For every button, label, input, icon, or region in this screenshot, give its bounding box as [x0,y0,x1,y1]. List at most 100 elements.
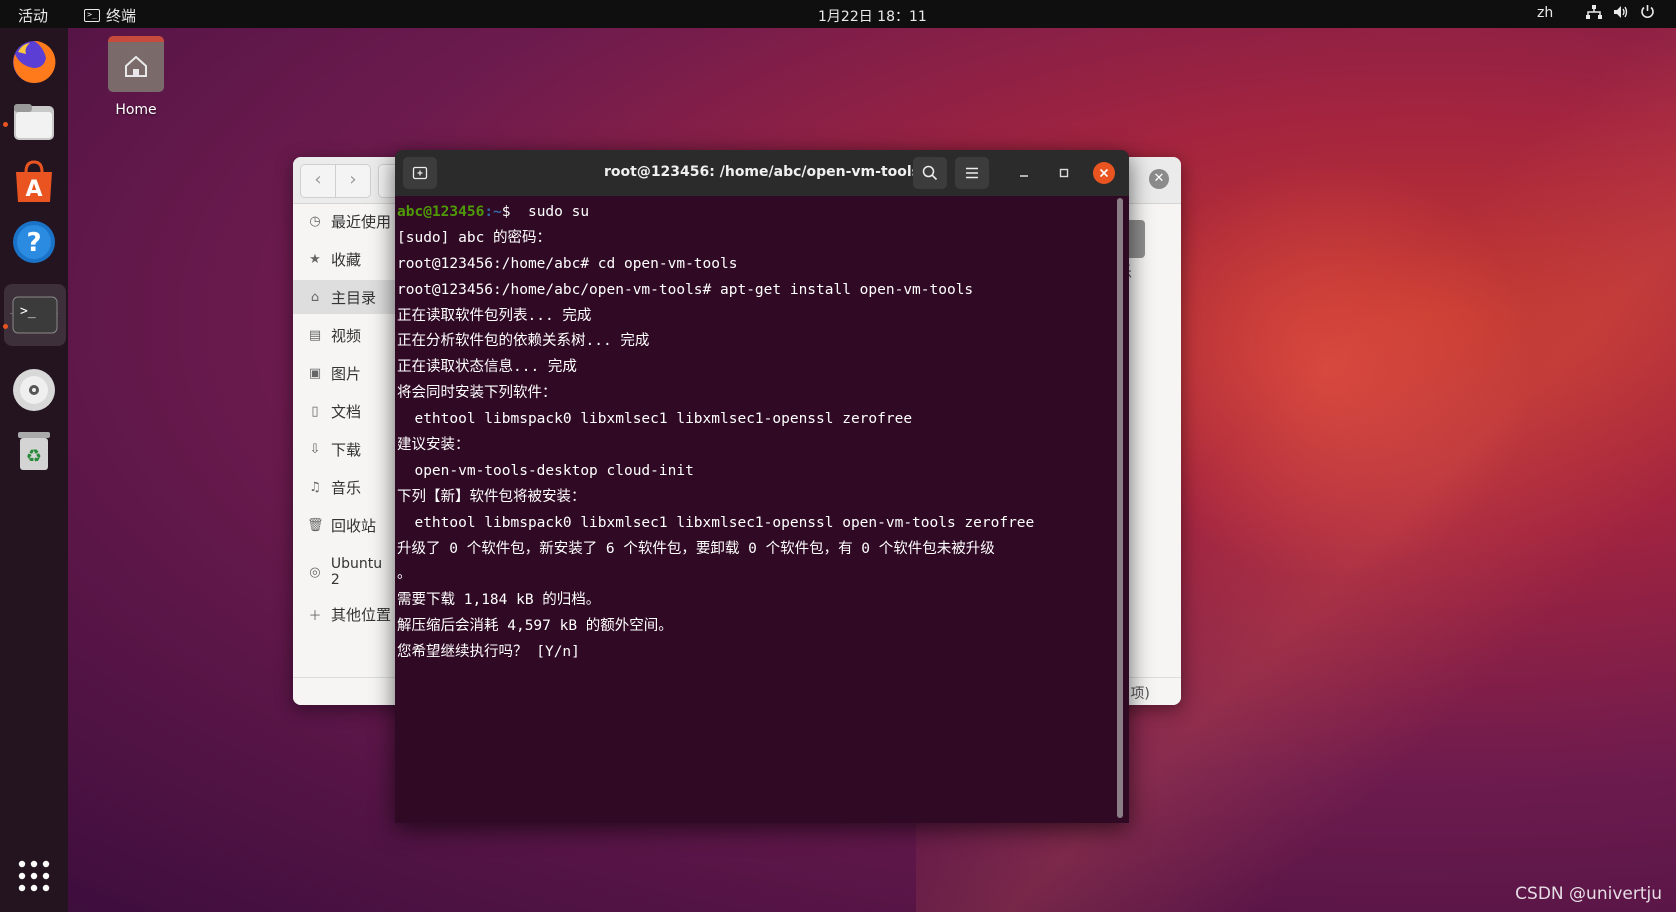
prompt-path: :~ [484,204,502,220]
sidebar-item-trash[interactable]: 🗑 回收站 [293,508,395,542]
terminal-line: open-vm-tools-desktop cloud-init [397,462,694,479]
clock-icon: ◷ [309,213,321,229]
sidebar-item-label: 其他位置 [331,605,392,624]
files-icon[interactable] [10,98,58,146]
running-indicator [3,122,8,127]
search-button[interactable] [913,157,947,189]
show-apps-icon[interactable] [10,850,58,898]
app-menu-label: 终端 [106,7,137,25]
minimize-button[interactable] [1013,162,1035,184]
new-tab-button[interactable] [403,157,437,189]
terminal-headerbar: root@123456: /home/abc/open-vm-tools [395,150,1129,196]
film-icon: ▤ [308,327,322,343]
power-icon [1640,4,1655,19]
sidebar-item-label: 回收站 [331,516,377,535]
terminal-line: 将会同时安装下列软件： [397,385,557,402]
close-button[interactable] [1093,162,1115,184]
sidebar-item-starred[interactable]: ★ 收藏 [293,242,395,276]
clock[interactable]: 1月22日 18：11 [818,6,927,26]
terminal-line: 解压缩后会消耗 4,597 kB 的额外空间。 [397,618,673,635]
terminal-dock-item[interactable]: >_ [4,284,66,346]
sidebar-item-label: 最近使用 [331,212,392,231]
terminal-line-prompt: abc@123456:~$ sudo su [397,200,1115,226]
sidebar-item-label: 视频 [331,326,362,345]
help-icon[interactable]: ? [10,218,58,266]
search-icon [922,165,938,181]
hamburger-menu-button[interactable] [955,157,989,189]
sidebar-item-label: 收藏 [331,250,362,269]
terminal-line: 。 [397,566,412,583]
terminal-line: 正在读取状态信息... 完成 [397,359,577,376]
desktop-home-label: Home [115,102,157,118]
close-icon [1099,168,1109,178]
svg-text:?: ? [26,228,41,258]
prompt-user: abc@123456 [397,204,485,220]
star-icon: ★ [309,251,321,267]
minimize-icon [1020,175,1028,177]
terminal-line: 正在读取软件包列表... 完成 [397,307,592,324]
terminal-line: root@123456:/home/abc/open-vm-tools# apt… [397,281,974,298]
dvd-icon[interactable] [10,366,58,414]
software-center-icon[interactable]: A [10,158,58,206]
terminal-line: 需要下载 1,184 kB 的归档。 [397,592,601,609]
sidebar-item-documents[interactable]: ▯ 文档 [293,394,395,428]
sidebar-item-other-locations[interactable]: ＋ 其他位置 [293,597,395,631]
terminal-line: 正在分析软件包的依赖关系树... 完成 [397,333,650,350]
dock: A ? >_ ♻ [0,28,68,912]
input-language-indicator[interactable]: zh [1537,5,1553,21]
sidebar-item-recent[interactable]: ◷ 最近使用 [293,204,395,238]
sidebar-item-videos[interactable]: ▤ 视频 [293,318,395,352]
nav-buttons: ‹ › [300,164,371,198]
top-bar: 活动 >_ 终端 1月22日 18：11 zh [0,0,1676,28]
home-icon: ⌂ [310,289,320,305]
back-button[interactable]: ‹ [301,165,335,197]
files-close-button[interactable]: ✕ [1149,169,1169,189]
sidebar-item-label: 图片 [331,364,362,383]
network-icon [1586,4,1602,19]
disc-icon: ◎ [309,564,321,580]
forward-button[interactable]: › [335,165,370,197]
maximize-button[interactable] [1053,162,1075,184]
maximize-icon [1059,168,1069,178]
desktop-home-folder[interactable]: Home [100,36,172,118]
terminal-output[interactable]: abc@123456:~$ sudo su [sudo] abc 的密码： ro… [397,200,1115,820]
download-icon: ⇩ [309,441,321,457]
prompt-command: sudo su [510,204,590,220]
svg-text:A: A [25,177,42,202]
terminal-line: ethtool libmspack0 libxmlsec1 libxmlsec1… [397,411,913,428]
terminal-scrollbar[interactable] [1117,198,1123,818]
trash-icon[interactable]: ♻ [10,426,58,474]
trash-icon: 🗑 [307,517,324,533]
sidebar-item-label: 音乐 [331,478,362,497]
sidebar-item-label: Ubuntu 2 [330,556,383,588]
svg-text:>_: >_ [20,304,36,319]
svg-text:♻: ♻ [26,446,42,467]
sidebar-item-ubuntu-disc[interactable]: ◎ Ubuntu 2 [293,555,395,589]
document-icon: ▯ [311,403,319,419]
prompt-symbol: $ [501,204,511,220]
terminal-icon: >_ [84,9,100,22]
plus-icon: ＋ [308,608,322,624]
system-tray[interactable] [1586,4,1655,19]
sidebar-item-label: 主目录 [331,288,377,307]
sidebar-item-label: 文档 [331,402,362,421]
terminal-line: 升级了 0 个软件包，新安装了 6 个软件包，要卸载 0 个软件包，有 0 个软… [397,540,995,557]
firefox-icon[interactable] [10,38,58,86]
terminal-line: ethtool libmspack0 libxmlsec1 libxmlsec1… [397,514,1035,531]
activities-button[interactable]: 活动 [18,5,48,26]
sidebar-item-pictures[interactable]: ▣ 图片 [293,356,395,390]
hamburger-icon [966,167,978,179]
terminal-line: 您希望继续执行吗？ [Y/n] [397,644,580,661]
app-menu[interactable]: >_ 终端 [84,5,136,26]
files-sidebar: ◷ 最近使用 ★ 收藏 ⌂ 主目录 ▤ 视频 ▣ 图片 ▯ 文档 ⇩ 下载 ♫ [293,204,396,705]
terminal-line: root@123456:/home/abc# cd open-vm-tools [397,255,738,272]
terminal-line: [sudo] abc 的密码： [397,229,552,246]
sidebar-item-label: 下载 [331,440,362,459]
sidebar-item-home[interactable]: ⌂ 主目录 [293,280,395,314]
sidebar-item-music[interactable]: ♫ 音乐 [293,470,395,504]
terminal-line: 建议安装： [397,437,470,454]
terminal-window[interactable]: root@123456: /home/abc/open-vm-tools abc… [395,150,1129,823]
sidebar-item-downloads[interactable]: ⇩ 下载 [293,432,395,466]
terminal-line: 下列【新】软件包将被安装： [397,488,586,505]
running-indicator [3,324,8,329]
